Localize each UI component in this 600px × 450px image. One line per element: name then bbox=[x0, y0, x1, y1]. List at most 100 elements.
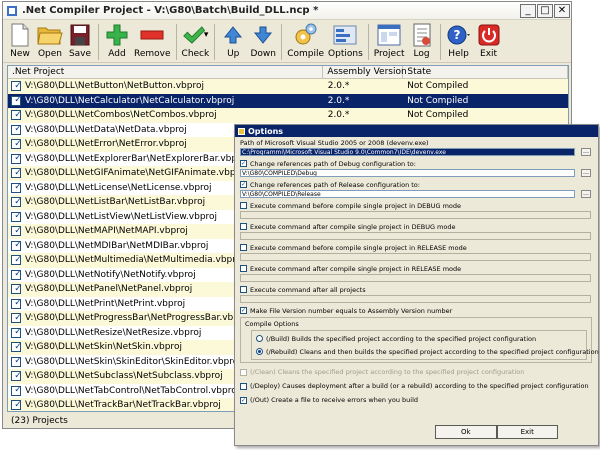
row-checkbox[interactable]: ✓ bbox=[11, 240, 22, 251]
help-icon: ? bbox=[447, 25, 470, 45]
remove-button[interactable]: Remove bbox=[134, 22, 171, 59]
check-button[interactable]: ▾ Check bbox=[182, 22, 209, 59]
row-checkbox[interactable]: ✓ bbox=[11, 95, 22, 106]
row-checkbox[interactable]: ✓ bbox=[11, 284, 22, 295]
cmd-before-release-checkbox[interactable]: Execute command before compile single pr… bbox=[240, 243, 594, 252]
cmd-after-release-field[interactable] bbox=[240, 274, 591, 282]
close-button[interactable]: ✕ bbox=[554, 3, 570, 18]
devenv-browse-button[interactable]: … bbox=[581, 148, 591, 156]
cmd-before-release-field[interactable] bbox=[240, 253, 591, 261]
row-checkbox[interactable]: ✓ bbox=[11, 139, 22, 150]
assembly-version-cell: 2.0.* bbox=[327, 81, 350, 92]
deploy-checkbox[interactable]: (/Deploy) Causes deployment after a buil… bbox=[240, 379, 594, 393]
debug-browse-button[interactable]: … bbox=[581, 169, 591, 177]
row-checkbox[interactable]: ✓ bbox=[11, 211, 22, 222]
save-button[interactable]: Save bbox=[67, 22, 93, 59]
compile-button[interactable]: Compile bbox=[287, 22, 324, 59]
clean-checkbox[interactable]: (/Clean) Cleans the specified project ac… bbox=[240, 365, 594, 379]
release-browse-button[interactable]: … bbox=[581, 190, 591, 198]
project-path: V:\G80\DLL\NetLicense\NetLicense.vbproj bbox=[25, 182, 212, 193]
row-checkbox[interactable]: ✓ bbox=[11, 81, 22, 92]
release-path-field[interactable]: V:\G80\COMPILED\Release bbox=[240, 190, 575, 198]
row-checkbox[interactable]: ✓ bbox=[11, 182, 22, 193]
options-button[interactable]: Options bbox=[328, 22, 363, 59]
log-button[interactable]: Log bbox=[409, 22, 435, 59]
column-header-state[interactable]: State bbox=[403, 66, 568, 78]
row-checkbox[interactable]: ✓ bbox=[11, 327, 22, 338]
row-checkbox[interactable]: ✓ bbox=[11, 342, 22, 353]
table-row[interactable]: ✓ V:\G80\DLL\NetCombos\NetCombos.vbproj 2.… bbox=[8, 108, 568, 123]
debug-path-field[interactable]: V:\G80\COMPILED\Debug bbox=[240, 169, 575, 177]
state-cell: Not Compiled bbox=[407, 81, 469, 92]
out-checkbox[interactable]: ✓ (/Out) Create a file to receive errors … bbox=[240, 393, 594, 407]
minimize-button[interactable]: _ bbox=[520, 3, 536, 18]
row-checkbox[interactable]: ✓ bbox=[11, 226, 22, 237]
project-path: V:\G80\DLL\NetListBar\NetListBar.vbproj bbox=[25, 197, 206, 208]
exit-button[interactable]: Exit bbox=[476, 22, 502, 59]
project-path: V:\G80\DLL\NetMDIBar\NetMDIBar.vbproj bbox=[25, 240, 209, 251]
compile-mode-radio-group: (/Build) Builds the specified project ac… bbox=[251, 330, 599, 360]
up-label: Up bbox=[227, 49, 240, 59]
row-checkbox[interactable]: ✓ bbox=[11, 153, 22, 164]
build-radio[interactable]: (/Build) Builds the specified project ac… bbox=[256, 332, 582, 345]
toolbar-separator bbox=[175, 24, 177, 60]
cmd-after-all-checkbox[interactable]: Execute command after all projects bbox=[240, 285, 594, 294]
options-icon bbox=[333, 25, 357, 45]
state-cell: Not Compiled bbox=[407, 110, 469, 121]
checkbox-checked: ✓ bbox=[240, 181, 247, 188]
cmd-after-debug-checkbox[interactable]: Execute command after compile single pro… bbox=[240, 222, 594, 231]
new-button[interactable]: New bbox=[7, 22, 33, 59]
row-checkbox[interactable]: ✓ bbox=[11, 385, 22, 396]
project-path: V:\G80\DLL\NetCalculator\NetCalculator.v… bbox=[25, 95, 235, 106]
row-checkbox[interactable]: ✓ bbox=[11, 168, 22, 179]
row-checkbox[interactable]: ✓ bbox=[11, 255, 22, 266]
project-path: V:\G80\DLL\NetButton\NetButton.vbproj bbox=[25, 81, 204, 92]
column-header-project[interactable]: .Net Project bbox=[8, 66, 324, 78]
project-cell: ✓ V:\G80\DLL\NetCalculator\NetCalculator.… bbox=[8, 95, 324, 106]
cmd-before-debug-field[interactable] bbox=[240, 211, 591, 219]
cmd-after-release-checkbox[interactable]: Execute command after compile single pro… bbox=[240, 264, 594, 273]
options-label: Options bbox=[328, 49, 363, 59]
toolbar-separator bbox=[214, 24, 216, 60]
debug-path-checkbox[interactable]: ✓ Change references path of Debug configu… bbox=[240, 159, 594, 168]
help-button[interactable]: ? Help bbox=[446, 22, 472, 59]
project-button[interactable]: Project bbox=[374, 22, 405, 59]
ok-button[interactable]: Ok bbox=[435, 425, 497, 439]
column-header-assembly-version[interactable]: Assembly Version bbox=[323, 66, 407, 78]
open-label: Open bbox=[37, 49, 63, 59]
cmd-after-all-field[interactable] bbox=[240, 295, 591, 303]
row-checkbox[interactable]: ✓ bbox=[11, 313, 22, 324]
rebuild-radio[interactable]: (/Rebuild) Cleans and then builds the sp… bbox=[256, 345, 599, 358]
up-button[interactable]: Up bbox=[220, 22, 246, 59]
row-checkbox[interactable]: ✓ bbox=[11, 298, 22, 309]
open-button[interactable]: Open bbox=[37, 22, 63, 59]
devenv-path-field[interactable]: C:\Programmi\Microsoft Visual Studio 9.0… bbox=[240, 148, 575, 156]
cmd-before-debug-checkbox[interactable]: Execute command before compile single pr… bbox=[240, 201, 594, 210]
plus-icon bbox=[106, 24, 128, 46]
row-checkbox[interactable]: ✓ bbox=[11, 356, 22, 367]
minus-icon bbox=[140, 30, 164, 40]
table-row[interactable]: ✓ V:\G80\DLL\NetButton\NetButton.vbproj 2.… bbox=[8, 79, 568, 94]
checkbox-checked: ✓ bbox=[240, 160, 247, 167]
make-version-checkbox[interactable]: ✓ Make File Version number equals to Asse… bbox=[240, 306, 594, 315]
maximize-button[interactable]: □ bbox=[537, 3, 553, 18]
toolbar-separator bbox=[281, 24, 283, 60]
row-checkbox[interactable]: ✓ bbox=[11, 197, 22, 208]
cmd-after-debug-field[interactable] bbox=[240, 232, 591, 240]
table-row[interactable]: ✓ V:\G80\DLL\NetCalculator\NetCalculator.… bbox=[8, 93, 568, 108]
dialog-exit-button[interactable]: Exit bbox=[496, 425, 558, 439]
row-checkbox[interactable]: ✓ bbox=[11, 400, 22, 411]
add-button[interactable]: Add bbox=[104, 22, 130, 59]
row-checkbox[interactable]: ✓ bbox=[11, 269, 22, 280]
release-path-checkbox[interactable]: ✓ Change references path of Release confi… bbox=[240, 180, 594, 189]
options-dialog: Options Path of Microsoft Visual Studio … bbox=[234, 124, 599, 446]
row-checkbox[interactable]: ✓ bbox=[11, 124, 22, 135]
down-button[interactable]: Down bbox=[250, 22, 276, 59]
new-file-icon bbox=[11, 23, 29, 47]
row-checkbox[interactable]: ✓ bbox=[11, 371, 22, 382]
row-checkbox[interactable]: ✓ bbox=[11, 110, 22, 121]
radio-checked bbox=[256, 348, 263, 355]
folder-icon bbox=[37, 27, 63, 45]
project-path: V:\G80\DLL\NetError\NetError.vbproj bbox=[25, 139, 187, 150]
dialog-title-bar: Options bbox=[235, 125, 598, 137]
